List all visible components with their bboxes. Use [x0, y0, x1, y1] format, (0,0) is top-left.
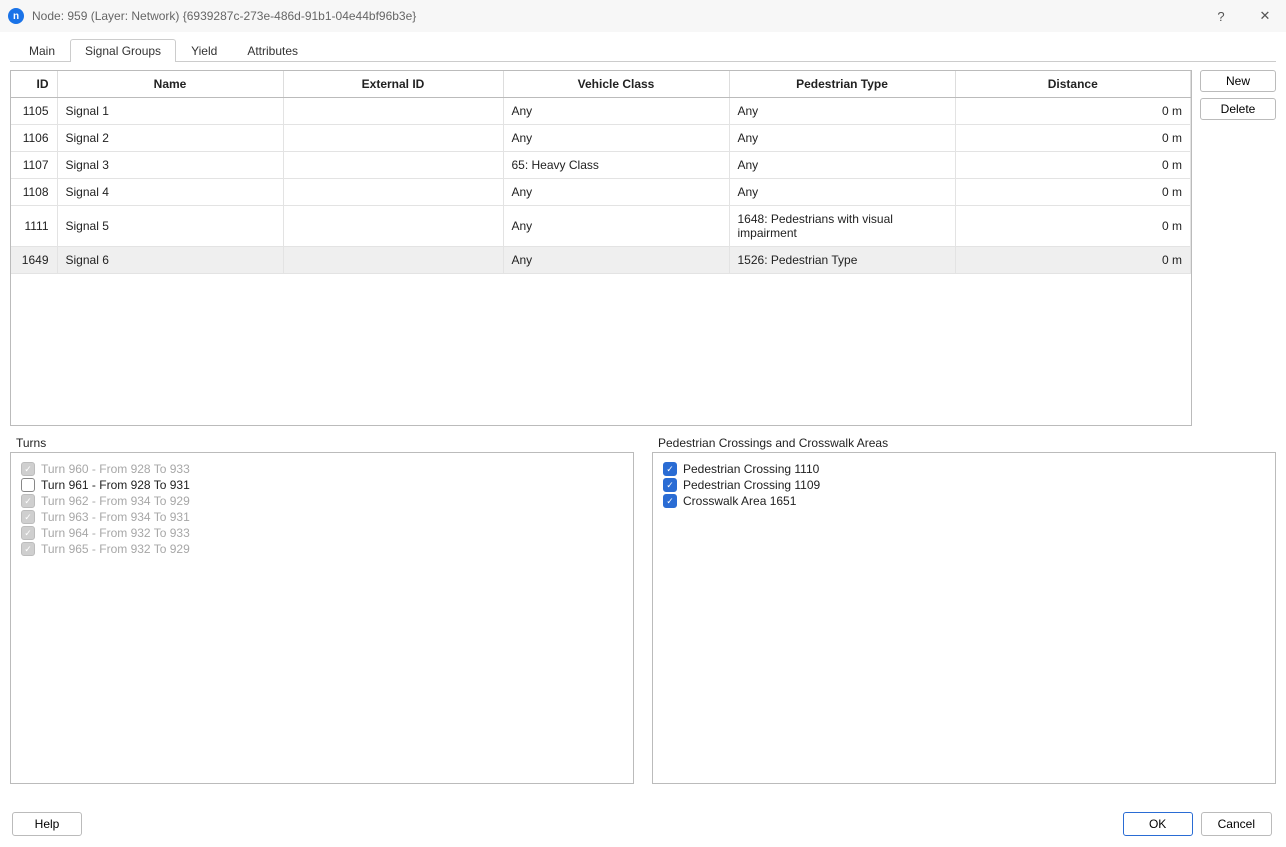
table-cell[interactable]: Any: [503, 125, 729, 152]
table-cell[interactable]: Any: [729, 179, 955, 206]
table-cell[interactable]: 1111: [11, 206, 57, 247]
table-cell[interactable]: Any: [729, 98, 955, 125]
turn-item-label: Turn 963 - From 934 To 931: [41, 510, 190, 524]
table-cell[interactable]: 0 m: [955, 206, 1191, 247]
crossing-item-label: Pedestrian Crossing 1109: [683, 478, 820, 492]
title-help-button[interactable]: ?: [1208, 9, 1234, 24]
column-header[interactable]: Name: [57, 71, 283, 98]
crossing-item-label: Crosswalk Area 1651: [683, 494, 796, 508]
table-cell[interactable]: [283, 247, 503, 274]
turn-item-label: Turn 962 - From 934 To 929: [41, 494, 190, 508]
crossing-item[interactable]: Pedestrian Crossing 1110: [663, 461, 1265, 477]
table-cell[interactable]: [283, 152, 503, 179]
table-cell[interactable]: Signal 4: [57, 179, 283, 206]
checkbox-icon: [21, 542, 35, 556]
table-cell[interactable]: 1108: [11, 179, 57, 206]
app-icon: n: [8, 8, 24, 24]
table-cell[interactable]: 1107: [11, 152, 57, 179]
crossings-label: Pedestrian Crossings and Crosswalk Areas: [652, 436, 1276, 450]
checkbox-icon[interactable]: [663, 494, 677, 508]
table-cell[interactable]: Signal 5: [57, 206, 283, 247]
turn-item-label: Turn 964 - From 932 To 933: [41, 526, 190, 540]
turns-label: Turns: [10, 436, 634, 450]
column-header[interactable]: Distance: [955, 71, 1191, 98]
table-cell[interactable]: [283, 206, 503, 247]
window-title: Node: 959 (Layer: Network) {6939287c-273…: [32, 9, 1208, 23]
table-cell[interactable]: 1649: [11, 247, 57, 274]
checkbox-icon[interactable]: [663, 478, 677, 492]
table-cell[interactable]: [283, 125, 503, 152]
table-cell[interactable]: Signal 2: [57, 125, 283, 152]
turn-item[interactable]: Turn 961 - From 928 To 931: [21, 477, 623, 493]
column-header[interactable]: External ID: [283, 71, 503, 98]
table-row[interactable]: 1108Signal 4AnyAny0 m: [11, 179, 1191, 206]
table-cell[interactable]: 0 m: [955, 125, 1191, 152]
tab-signal-groups[interactable]: Signal Groups: [70, 39, 176, 62]
table-cell[interactable]: Any: [503, 247, 729, 274]
table-cell[interactable]: Any: [503, 98, 729, 125]
checkbox-icon: [21, 462, 35, 476]
table-cell[interactable]: Signal 3: [57, 152, 283, 179]
turn-item-label: Turn 965 - From 932 To 929: [41, 542, 190, 556]
column-header[interactable]: Pedestrian Type: [729, 71, 955, 98]
table-cell[interactable]: Any: [729, 125, 955, 152]
table-cell[interactable]: 0 m: [955, 98, 1191, 125]
tabs: MainSignal GroupsYieldAttributes: [10, 38, 1276, 62]
turn-item-label: Turn 961 - From 928 To 931: [41, 478, 190, 492]
crossing-item[interactable]: Crosswalk Area 1651: [663, 493, 1265, 509]
table-cell[interactable]: 1526: Pedestrian Type: [729, 247, 955, 274]
table-row[interactable]: 1106Signal 2AnyAny0 m: [11, 125, 1191, 152]
dialog-footer: Help OK Cancel: [0, 801, 1286, 847]
turns-list[interactable]: Turn 960 - From 928 To 933 Turn 961 - Fro…: [10, 452, 634, 784]
crossing-item[interactable]: Pedestrian Crossing 1109: [663, 477, 1265, 493]
table-cell[interactable]: 0 m: [955, 247, 1191, 274]
delete-button[interactable]: Delete: [1200, 98, 1276, 120]
checkbox-icon: [21, 510, 35, 524]
table-row[interactable]: 1111Signal 5 Any1648: Pedestrians with vi…: [11, 206, 1191, 247]
checkbox-icon: [21, 494, 35, 508]
checkbox-icon: [21, 526, 35, 540]
table-cell[interactable]: 0 m: [955, 152, 1191, 179]
close-button[interactable]: ✕: [1252, 8, 1278, 24]
crossing-item-label: Pedestrian Crossing 1110: [683, 462, 819, 476]
cancel-button[interactable]: Cancel: [1201, 812, 1272, 836]
table-row[interactable]: 1107Signal 3 65: Heavy ClassAny0 m: [11, 152, 1191, 179]
turn-item: Turn 960 - From 928 To 933: [21, 461, 623, 477]
turn-item-label: Turn 960 - From 928 To 933: [41, 462, 190, 476]
column-header[interactable]: Vehicle Class: [503, 71, 729, 98]
turn-item: Turn 964 - From 932 To 933: [21, 525, 623, 541]
table-cell[interactable]: Any: [503, 206, 729, 247]
new-button[interactable]: New: [1200, 70, 1276, 92]
turn-item: Turn 962 - From 934 To 929: [21, 493, 623, 509]
ok-button[interactable]: OK: [1123, 812, 1193, 836]
table-row[interactable]: 1649Signal 6 Any1526: Pedestrian Type0 m: [11, 247, 1191, 274]
column-header[interactable]: ID: [11, 71, 57, 98]
turn-item: Turn 963 - From 934 To 931: [21, 509, 623, 525]
table-cell[interactable]: 1105: [11, 98, 57, 125]
turn-item: Turn 965 - From 932 To 929: [21, 541, 623, 557]
table-cell[interactable]: [283, 98, 503, 125]
table-cell[interactable]: 1648: Pedestrians with visual impairment: [729, 206, 955, 247]
crossings-list[interactable]: Pedestrian Crossing 1110 Pedestrian Cross…: [652, 452, 1276, 784]
table-cell[interactable]: Signal 1: [57, 98, 283, 125]
table-cell[interactable]: Any: [729, 152, 955, 179]
table-row[interactable]: 1105Signal 1AnyAny0 m: [11, 98, 1191, 125]
tab-attributes[interactable]: Attributes: [232, 39, 313, 62]
table-cell[interactable]: Any: [503, 179, 729, 206]
table-cell[interactable]: 65: Heavy Class: [503, 152, 729, 179]
tab-yield[interactable]: Yield: [176, 39, 232, 62]
table-cell[interactable]: [283, 179, 503, 206]
checkbox-icon[interactable]: [663, 462, 677, 476]
help-button[interactable]: Help: [12, 812, 82, 836]
table-cell[interactable]: Signal 6: [57, 247, 283, 274]
titlebar: n Node: 959 (Layer: Network) {6939287c-2…: [0, 0, 1286, 32]
signal-groups-table[interactable]: IDNameExternal IDVehicle ClassPedestrian…: [10, 70, 1192, 426]
table-cell[interactable]: 1106: [11, 125, 57, 152]
checkbox-icon[interactable]: [21, 478, 35, 492]
table-cell[interactable]: 0 m: [955, 179, 1191, 206]
tab-main[interactable]: Main: [14, 39, 70, 62]
